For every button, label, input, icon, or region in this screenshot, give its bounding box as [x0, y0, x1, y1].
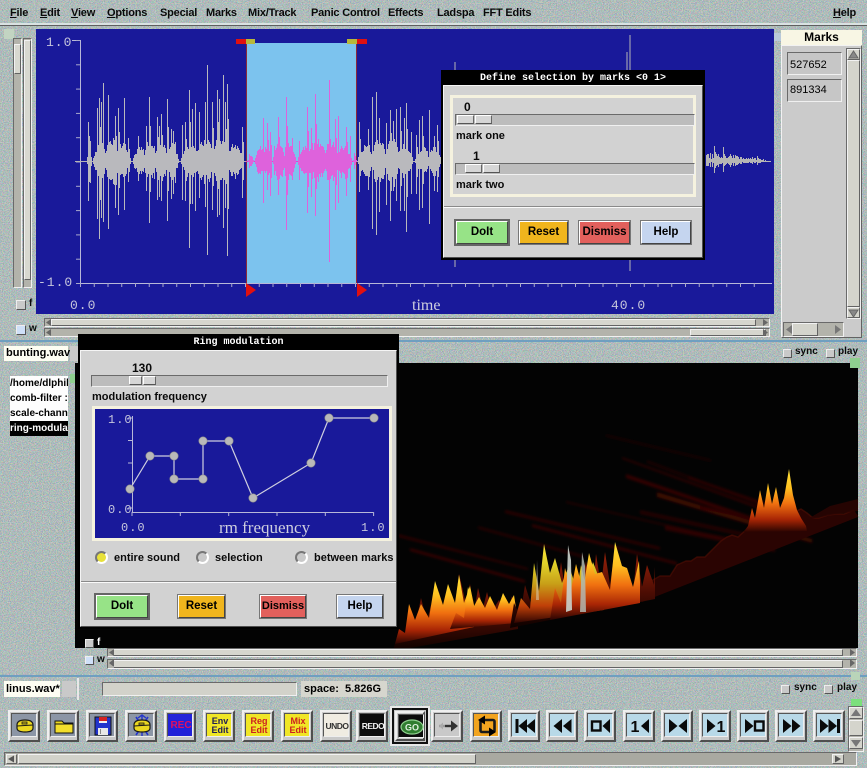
svg-text:1.0: 1.0 — [46, 35, 72, 50]
svg-text:0.0: 0.0 — [70, 298, 96, 313]
svg-text:1.0: 1.0 — [361, 521, 386, 535]
svg-text:0.0: 0.0 — [108, 503, 133, 517]
svg-text:1.0: 1.0 — [108, 413, 133, 427]
svg-text:-1.0: -1.0 — [38, 275, 73, 290]
svg-text:time: time — [412, 297, 440, 314]
svg-text:1: 1 — [717, 719, 726, 736]
svg-text:40.0: 40.0 — [611, 298, 646, 313]
svg-text:0.0: 0.0 — [121, 521, 146, 535]
svg-text:GO: GO — [405, 723, 419, 733]
svg-text:1: 1 — [631, 719, 640, 736]
svg-text:rm frequency: rm frequency — [219, 518, 311, 537]
